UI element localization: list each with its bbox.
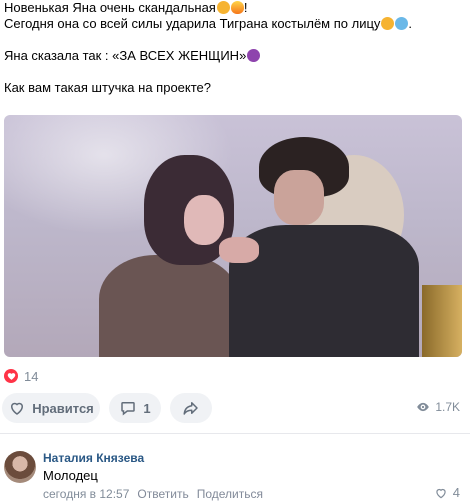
post-line-3: Яна сказала так : «ЗА ВСЕХ ЖЕНЩИН» (4, 48, 464, 64)
comment-text: Молодец (43, 468, 98, 483)
comment-time[interactable]: сегодня в 12:57 (43, 487, 129, 501)
comment-like-count: 4 (452, 485, 460, 500)
smile-emoji-icon (381, 17, 395, 30)
heart-outline-icon (436, 488, 446, 498)
comment-icon (121, 402, 136, 416)
comment-count: 1 (143, 400, 151, 416)
post-text: Новенькая Яна очень скандальная! Сегодня… (4, 0, 464, 96)
heart-outline-icon (11, 402, 24, 415)
reply-link[interactable]: Ответить (137, 487, 188, 501)
post-line-1: Новенькая Яна очень скандальная! (4, 0, 248, 15)
reactions-count: 14 (24, 368, 39, 384)
post-actions: Нравится 1 1.7K (0, 393, 470, 423)
face-emoji-icon (216, 1, 230, 14)
comment-author[interactable]: Наталия Князева (43, 451, 144, 465)
comment-item: Наталия Князева Молодец сегодня в 12:57 … (0, 446, 470, 503)
share-button[interactable] (170, 393, 212, 423)
reactions-summary[interactable]: 14 (4, 367, 38, 385)
fire-emoji-icon (230, 1, 244, 14)
like-label: Нравится (32, 400, 94, 416)
post-line-2: Сегодня она со всей силы ударила Тиграна… (4, 16, 413, 31)
views-count: 1.7K (435, 400, 460, 414)
divider (0, 433, 470, 434)
like-button[interactable]: Нравится (2, 393, 100, 423)
scream-emoji-icon (395, 17, 409, 30)
post-video[interactable] (4, 115, 462, 357)
comment-button[interactable]: 1 (109, 393, 161, 423)
avatar[interactable] (4, 451, 36, 483)
heart-icon (4, 369, 18, 383)
devil-emoji-icon (247, 49, 261, 62)
post-line-4: Как вам такая штучка на проекте? (4, 80, 212, 95)
share-arrow-icon (183, 402, 198, 415)
views-counter: 1.7K (416, 400, 460, 414)
eye-icon (417, 402, 430, 412)
share-link[interactable]: Поделиться (197, 487, 263, 501)
comment-like-button[interactable]: 4 (434, 485, 460, 500)
comment-meta: сегодня в 12:57 Ответить Поделиться (43, 487, 263, 501)
